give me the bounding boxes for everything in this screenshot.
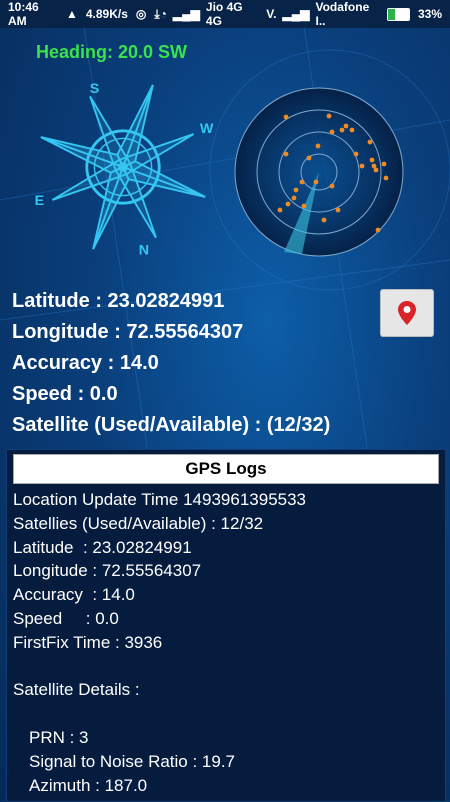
- wifi-icon: ◔: [159, 7, 167, 21]
- satellite-detail-line: Azimuth : 187.0: [29, 775, 148, 795]
- show-map-button[interactable]: [380, 289, 434, 337]
- gps-log-lines: Location Update Time 1493961395533 Satell…: [7, 488, 445, 797]
- satellite-dot: [349, 127, 355, 133]
- log-line: Satellies (Used/Available) : 12/32: [13, 513, 264, 533]
- log-line: Speed : 0.0: [13, 608, 119, 628]
- latitude-label: Latitude : 23.02824991: [12, 290, 225, 312]
- satellite-dot: [301, 203, 307, 209]
- compass-letter-w: W: [200, 121, 214, 137]
- location-info: Latitude : 23.02824991 Longitude : 72.55…: [12, 286, 330, 441]
- carrier1-label: Jio 4G 4G: [205, 0, 243, 28]
- satellite-dot: [339, 127, 345, 133]
- satellite-dot: [285, 201, 291, 207]
- satellite-dot: [367, 139, 373, 145]
- satellite-dot: [329, 183, 335, 189]
- warning-icon: ▲: [65, 7, 78, 21]
- satellite-dot: [329, 129, 335, 135]
- log-line: FirstFix Time : 3936: [13, 632, 163, 652]
- log-line: Accuracy : 14.0: [13, 585, 135, 605]
- battery-level: 33%: [417, 7, 442, 21]
- heading-label: Heading: 20.0 SW: [36, 42, 188, 62]
- network-speed: 4.89K/s: [85, 7, 128, 21]
- satellite-dot: [291, 195, 297, 201]
- satellite-dot: [335, 207, 341, 213]
- satellite-dot: [375, 227, 381, 233]
- signal-icon-2: ▂▄▆: [282, 7, 310, 21]
- compass-rose: S W N E: [35, 81, 214, 259]
- log-line: Latitude : 23.02824991: [13, 537, 192, 557]
- log-line: Location Update Time 1493961395533: [13, 490, 307, 509]
- satellite-dot: [313, 179, 319, 185]
- compass-letter-s: S: [90, 81, 100, 97]
- status-bar: 10:46 AM ▲ 4.89K/s ◎ ⤓ ◔ ▂▄▆ Jio 4G 4G V…: [0, 0, 450, 28]
- compass-letter-e: E: [35, 193, 45, 209]
- map-pin-icon: [398, 301, 416, 325]
- compass-letter-n: N: [139, 242, 149, 258]
- carrier2-label: Vodafone I..: [315, 0, 370, 28]
- satellite-dot: [299, 179, 305, 185]
- satellite-detail-line: Signal to Noise Ratio : 19.7: [29, 751, 236, 771]
- satellite-dot: [321, 217, 327, 223]
- carrier1-suffix: V.: [266, 7, 277, 21]
- log-line: Longitude : 72.55564307: [13, 561, 202, 581]
- satellite-dot: [373, 167, 379, 173]
- location-icon: ◎: [135, 7, 147, 21]
- longitude-label: Longitude : 72.55564307: [12, 321, 244, 343]
- satellite-dot: [283, 114, 289, 120]
- speed-label: Speed : 0.0: [12, 383, 118, 405]
- signal-icon: ▂▄▆: [172, 7, 200, 21]
- satellite-dot: [381, 161, 387, 167]
- battery-icon: [386, 7, 410, 21]
- satellite-dot: [306, 155, 312, 161]
- satellite-dot: [326, 113, 332, 119]
- gps-logs-title: GPS Logs: [13, 454, 439, 484]
- satellite-dot: [353, 151, 359, 157]
- gps-logs-panel[interactable]: GPS Logs Location Update Time 1493961395…: [6, 449, 446, 802]
- satellite-dot: [383, 175, 389, 181]
- satellite-dot: [315, 143, 321, 149]
- satellite-dot: [283, 151, 289, 157]
- satellite-dot: [343, 123, 349, 129]
- satellite-count-label: Satellite (Used/Available) : (12/32): [12, 414, 331, 436]
- satellite-dot: [293, 187, 299, 193]
- accuracy-label: Accuracy : 14.0: [12, 352, 159, 374]
- status-time: 10:46 AM: [8, 0, 39, 28]
- satellite-dot: [359, 163, 365, 169]
- satellite-dot: [369, 157, 375, 163]
- satellite-dot: [277, 207, 283, 213]
- satellite-radar: [234, 87, 404, 257]
- satellite-detail-line: PRN : 3: [29, 727, 89, 747]
- log-line: Satellite Details :: [13, 680, 140, 700]
